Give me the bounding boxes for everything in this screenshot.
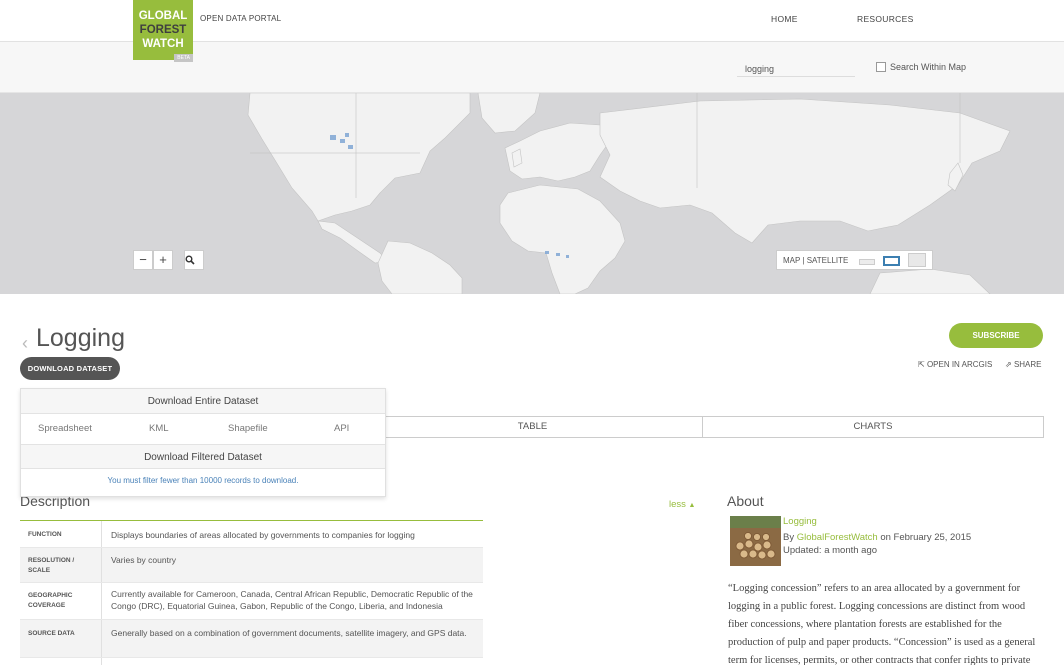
owner-link[interactable]: GlobalForestWatch — [797, 532, 878, 543]
basemap-switcher[interactable]: MAP | SATELLITE — [776, 250, 933, 270]
table-row: SOURCE DATA Generally based on a combina… — [20, 620, 483, 658]
table-key: SOURCE DATA — [28, 630, 75, 637]
land-north-america — [247, 93, 471, 222]
logs-thumbnail-image — [730, 516, 781, 566]
table-row: RESOLUTION / SCALE Varies by country — [20, 548, 483, 583]
table-row: FUNCTION Displays boundaries of areas al… — [20, 521, 483, 548]
logging-concession-canada — [340, 139, 345, 143]
nav-resources[interactable]: RESOURCES — [857, 14, 914, 24]
about-byline: By GlobalForestWatch on February 25, 201… — [783, 532, 971, 543]
logo-text-watch: WATCH — [142, 38, 184, 50]
download-dropdown: Download Entire Dataset Spreadsheet KML … — [20, 388, 386, 497]
table-key: GEOGRAPHIC COVERAGE — [28, 592, 73, 609]
table-value: Displays boundaries of areas allocated b… — [111, 530, 415, 540]
map-view[interactable]: − + MAP | SATELLITE — [0, 93, 1064, 294]
land-central-america — [317, 220, 389, 264]
basemap-label: MAP | SATELLITE — [783, 256, 849, 265]
description-table: FUNCTION Displays boundaries of areas al… — [20, 520, 483, 665]
description-toggle[interactable]: less ▲ — [669, 499, 695, 510]
logging-concession-africa — [566, 255, 569, 258]
download-entire-heading: Download Entire Dataset — [21, 389, 385, 414]
table-value: Generally based on a combination of gove… — [111, 628, 467, 638]
basemap-satellite-thumb[interactable] — [908, 253, 926, 267]
download-filter-note: You must filter fewer than 10000 records… — [107, 476, 299, 485]
subscribe-button[interactable]: SUBSCRIBE — [949, 323, 1043, 348]
logging-concession-africa — [556, 253, 560, 256]
open-in-arcgis-label: OPEN IN ARCGIS — [926, 360, 993, 369]
search-within-map-label: Search Within Map — [890, 62, 967, 72]
gfw-logo[interactable]: GLOBAL FOREST WATCH BETA — [133, 0, 193, 62]
zoom-out-button[interactable]: − — [133, 250, 153, 270]
about-by-prefix: By — [783, 532, 795, 543]
zoom-in-button[interactable]: + — [153, 250, 173, 270]
top-header: GLOBAL FOREST WATCH BETA OPEN DATA PORTA… — [0, 0, 1064, 62]
tab-charts[interactable]: CHARTS — [702, 416, 1044, 438]
download-kml[interactable]: KML — [149, 423, 169, 434]
table-key: RESOLUTION / SCALE — [28, 557, 75, 574]
map-search-button[interactable] — [184, 250, 204, 270]
logging-concession-canada — [348, 145, 353, 149]
land-africa — [499, 184, 626, 294]
about-date: on February 25, 2015 — [880, 532, 972, 543]
about-dataset-link[interactable]: Logging — [783, 516, 817, 527]
external-link-icon: ⇱ — [918, 360, 925, 369]
caret-up-icon: ▲ — [688, 502, 696, 509]
share-icon: ⇗ — [1005, 360, 1012, 369]
dataset-title: Logging — [36, 324, 125, 352]
share-label: SHARE — [1013, 360, 1042, 369]
about-description-text: “Logging concession” refers to an area a… — [728, 583, 1036, 665]
tab-table[interactable]: TABLE — [362, 416, 703, 438]
nav-home[interactable]: HOME — [771, 14, 798, 24]
table-value: Currently available for Cameroon, Canada… — [111, 589, 473, 611]
basemap-light-thumb[interactable] — [859, 259, 875, 265]
land-greenland — [477, 93, 541, 134]
description-toggle-label: less — [669, 499, 686, 510]
land-asia — [599, 98, 1011, 244]
logging-concession-canada — [330, 135, 336, 140]
download-spreadsheet[interactable]: Spreadsheet — [38, 423, 92, 434]
search-within-map-checkbox[interactable] — [876, 62, 886, 72]
portal-label: OPEN DATA PORTAL — [200, 14, 282, 23]
share-link[interactable]: ⇗ SHARE — [1005, 360, 1042, 369]
dataset-thumbnail[interactable] — [730, 516, 781, 566]
land-australia — [869, 268, 991, 294]
logo-text-forest: FOREST — [139, 24, 187, 36]
download-dataset-button[interactable]: DOWNLOAD DATASET — [20, 357, 120, 380]
land-europe — [504, 122, 611, 182]
table-row: GEOGRAPHIC COVERAGE Currently available … — [20, 583, 483, 620]
logging-concession-canada — [345, 133, 349, 137]
beta-badge: BETA — [174, 54, 193, 62]
back-chevron-icon[interactable]: ‹ — [22, 333, 28, 354]
about-heading: About — [727, 493, 764, 509]
table-key: FUNCTION — [28, 531, 62, 538]
magnifier-icon — [185, 255, 195, 265]
about-updated: Updated: a month ago — [783, 545, 878, 556]
table-row — [20, 658, 483, 665]
download-api[interactable]: API — [334, 423, 349, 434]
download-filtered-heading: Download Filtered Dataset — [21, 444, 385, 469]
open-in-arcgis-link[interactable]: ⇱ OPEN IN ARCGIS — [918, 360, 992, 369]
table-value: Varies by country — [111, 555, 177, 565]
download-shapefile[interactable]: Shapefile — [228, 423, 268, 434]
land-south-america — [377, 240, 463, 294]
basemap-gray-thumb[interactable] — [883, 256, 900, 266]
logging-concession-africa — [545, 251, 549, 254]
logo-text-global: GLOBAL — [138, 10, 188, 22]
search-input[interactable] — [737, 61, 855, 77]
